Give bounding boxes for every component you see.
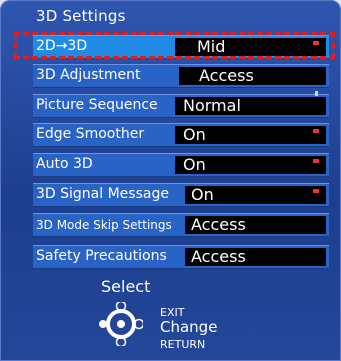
value-box: Access [185, 215, 326, 234]
value-box: Normal [175, 91, 326, 115]
menu-item-3d-adjustment[interactable]: 3D Adjustment Access [33, 64, 329, 88]
menu-title: 3D Settings [36, 7, 126, 25]
menu-item-value: Access [191, 215, 246, 234]
value-indicator-icon [313, 159, 319, 163]
menu-item-3d-mode-skip-settings[interactable]: 3D Mode Skip Settings Access [33, 213, 329, 237]
selection-highlight-frame [14, 32, 335, 59]
value-box: On [175, 125, 326, 144]
menu-item-label: 3D Mode Skip Settings [36, 218, 172, 232]
menu-item-value: On [191, 185, 214, 204]
value-indicator-icon [313, 189, 319, 193]
dpad-icon [99, 302, 143, 346]
menu-item-value: On [183, 155, 206, 174]
menu-item-label: Safety Precautions [36, 248, 167, 264]
menu-item-3d-signal-message[interactable]: 3D Signal Message On [33, 183, 329, 207]
footer-change-label: Change [160, 318, 218, 336]
menu-item-label: Edge Smoother [36, 126, 145, 142]
value-box: On [185, 185, 326, 204]
footer-return-label: RETURN [160, 338, 206, 351]
menu-item-safety-precautions[interactable]: Safety Precautions Access [33, 245, 329, 269]
menu-item-auto-3d[interactable]: Auto 3D On [33, 153, 329, 177]
value-box: Access [179, 66, 326, 85]
menu-item-label: Auto 3D [36, 156, 93, 172]
menu-item-edge-smoother[interactable]: Edge Smoother On [33, 123, 329, 147]
menu-item-label: 3D Signal Message [36, 186, 169, 202]
menu-item-value: Access [199, 66, 254, 85]
menu-item-value: Access [191, 247, 246, 266]
value-indicator-icon [313, 129, 319, 133]
menu-item-value: Normal [183, 96, 241, 115]
menu-item-picture-sequence[interactable]: Picture Sequence Normal [33, 91, 329, 118]
menu-item-value: On [183, 125, 206, 144]
menu-item-label: Picture Sequence [36, 97, 158, 113]
menu-item-label: 3D Adjustment [36, 67, 141, 83]
scroll-indicator-icon [315, 91, 318, 96]
value-box: Access [185, 247, 326, 266]
value-box: On [175, 155, 326, 174]
footer-select-label: Select [101, 277, 151, 296]
